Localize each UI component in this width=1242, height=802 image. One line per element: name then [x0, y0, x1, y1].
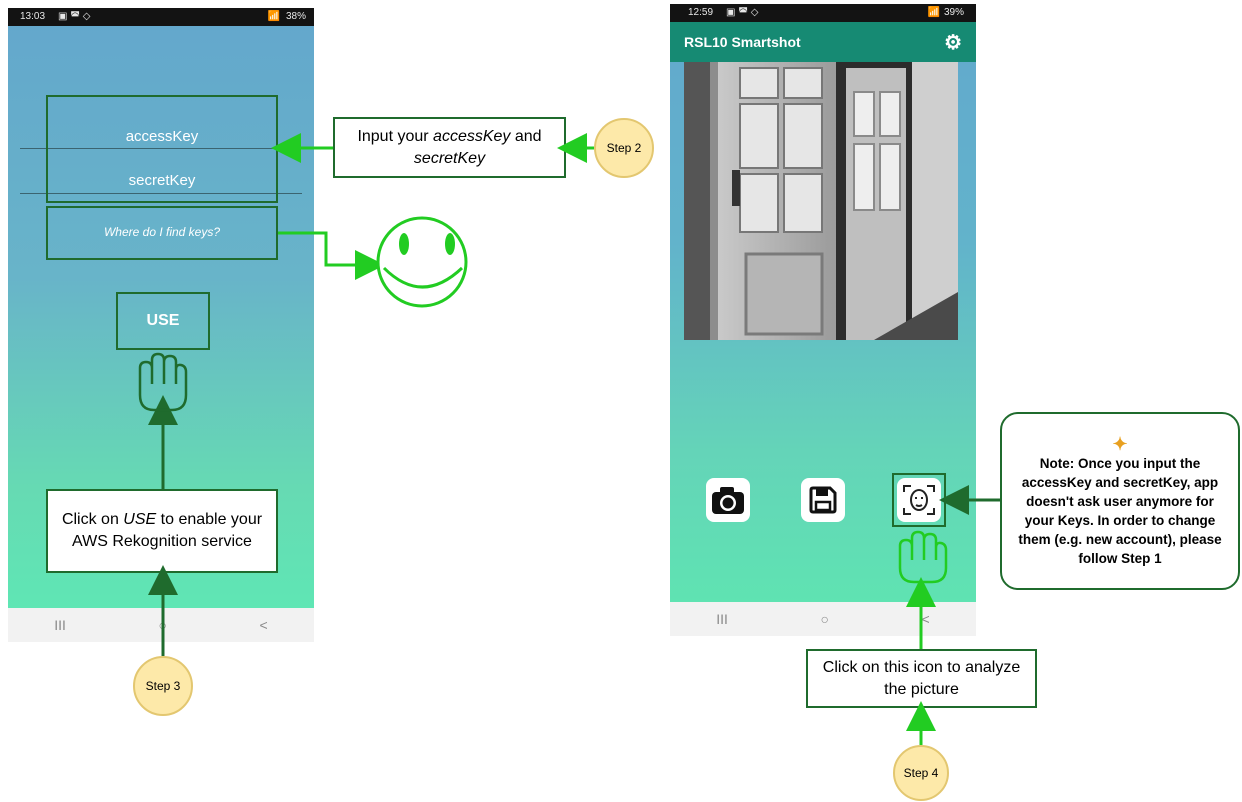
find-keys-arrow [278, 231, 385, 280]
smiley-face-icon [376, 216, 468, 308]
hand-pointer-icon [138, 352, 188, 412]
hand-pointer-icon [898, 530, 948, 584]
annotation-arrows [138, 133, 1000, 745]
